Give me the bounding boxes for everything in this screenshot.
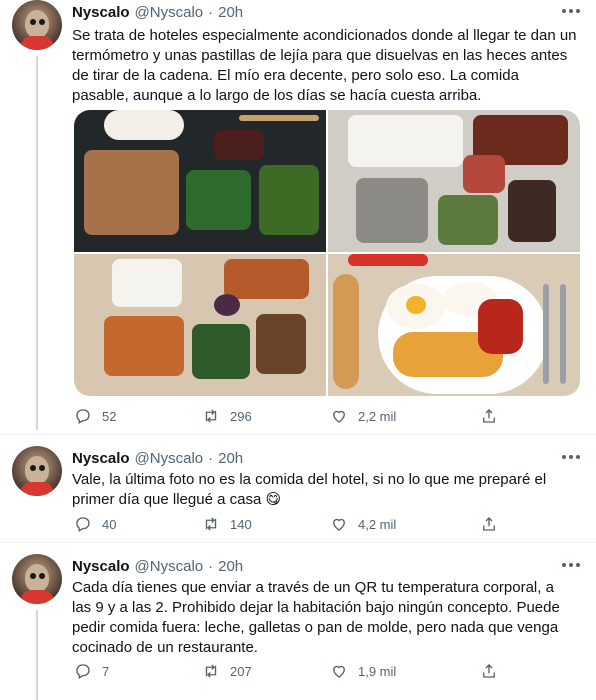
- author-name[interactable]: Nyscalo: [72, 558, 130, 575]
- avatar-face: [25, 564, 49, 592]
- author-handle[interactable]: @Nyscalo: [135, 450, 204, 467]
- author-name[interactable]: Nyscalo: [72, 4, 130, 21]
- share-icon: [483, 664, 495, 678]
- food-photo-1[interactable]: [74, 110, 326, 252]
- tweet-time[interactable]: 20h: [218, 4, 243, 21]
- avatar-shirt: [20, 36, 54, 50]
- tweet-2[interactable]: Nyscalo @Nyscalo · 20h Vale, la última f…: [0, 446, 596, 546]
- divider: [0, 542, 596, 543]
- separator-dot: ·: [208, 449, 214, 467]
- share-icon: [483, 409, 495, 423]
- reply-icon: [76, 517, 90, 532]
- retweet-button[interactable]: 207: [202, 660, 252, 682]
- like-button[interactable]: 2,2 mil: [330, 405, 396, 427]
- separator-dot: ·: [208, 3, 214, 21]
- retweet-button[interactable]: 140: [202, 513, 252, 535]
- reply-icon: [76, 664, 90, 679]
- like-button[interactable]: 4,2 mil: [330, 513, 396, 535]
- retweet-count: 296: [230, 408, 252, 424]
- food-photo-2[interactable]: [328, 110, 580, 252]
- retweet-count: 140: [230, 516, 252, 532]
- tweet-3[interactable]: Nyscalo @Nyscalo · 20h Cada día tienes q…: [0, 554, 596, 700]
- retweet-count: 207: [230, 663, 252, 679]
- share-icon: [483, 517, 495, 531]
- avatar-face: [25, 10, 49, 38]
- food-photo-4[interactable]: [328, 254, 580, 396]
- heart-icon: [333, 665, 345, 678]
- share-button[interactable]: [480, 660, 498, 682]
- tweet-time[interactable]: 20h: [218, 450, 243, 467]
- heart-icon: [333, 518, 345, 531]
- avatar-face: [25, 456, 49, 484]
- reply-count: 40: [102, 516, 117, 532]
- avatar-eye: [30, 19, 36, 25]
- share-button[interactable]: [480, 513, 498, 535]
- more-icon[interactable]: [562, 4, 580, 18]
- author-handle[interactable]: @Nyscalo: [135, 4, 204, 21]
- tweet-text: Se trata de hoteles especialmente acondi…: [72, 27, 577, 104]
- avatar-eye: [39, 19, 45, 25]
- reply-count: 52: [102, 408, 117, 424]
- avatar-eye: [39, 573, 45, 579]
- tweet-time[interactable]: 20h: [218, 558, 243, 575]
- share-button[interactable]: [480, 405, 498, 427]
- food-photo-3[interactable]: [74, 254, 326, 396]
- like-count: 2,2 mil: [358, 408, 397, 424]
- avatar-eye: [39, 465, 45, 471]
- avatar-eye: [30, 465, 36, 471]
- more-icon[interactable]: [562, 558, 580, 572]
- heart-icon: [333, 410, 345, 423]
- tweet-header: Nyscalo @Nyscalo · 20h: [72, 1, 243, 23]
- like-count: 4,2 mil: [358, 516, 397, 532]
- avatar-shirt: [20, 482, 54, 496]
- avatar[interactable]: [12, 0, 62, 50]
- thread-line: [36, 56, 38, 430]
- tweet-text: Cada día tienes que enviar a través de u…: [72, 579, 560, 656]
- divider: [0, 434, 596, 435]
- retweet-icon: [205, 409, 217, 423]
- reply-button[interactable]: 40: [74, 513, 116, 535]
- avatar-eye: [30, 573, 36, 579]
- retweet-button[interactable]: 296: [202, 405, 252, 427]
- separator-dot: ·: [208, 557, 214, 575]
- tweet-header: Nyscalo @Nyscalo · 20h: [72, 555, 243, 577]
- tweet-1[interactable]: Nyscalo @Nyscalo · 20h Se trata de hotel…: [0, 0, 596, 430]
- tweet-actions: 52 296 2,2 mil: [74, 405, 524, 427]
- tweet-text: Vale, la última foto no es la comida del…: [72, 471, 547, 508]
- reply-count: 7: [102, 663, 110, 679]
- more-icon[interactable]: [562, 450, 580, 464]
- tweet-header: Nyscalo @Nyscalo · 20h: [72, 447, 243, 469]
- author-name[interactable]: Nyscalo: [72, 450, 130, 467]
- retweet-icon: [205, 664, 217, 678]
- like-button[interactable]: 1,9 mil: [330, 660, 396, 682]
- avatar[interactable]: [12, 554, 62, 604]
- author-handle[interactable]: @Nyscalo: [135, 558, 204, 575]
- tweet-actions: 7 207 1,9 mil: [74, 660, 524, 682]
- reply-button[interactable]: 52: [74, 405, 116, 427]
- thread-line: [36, 610, 38, 700]
- like-count: 1,9 mil: [358, 663, 397, 679]
- tweet-actions: 40 140 4,2 mil: [74, 513, 524, 535]
- media-grid: [74, 110, 580, 396]
- reply-button[interactable]: 7: [74, 660, 109, 682]
- avatar[interactable]: [12, 446, 62, 496]
- retweet-icon: [205, 517, 217, 531]
- avatar-shirt: [20, 590, 54, 604]
- reply-icon: [76, 409, 90, 424]
